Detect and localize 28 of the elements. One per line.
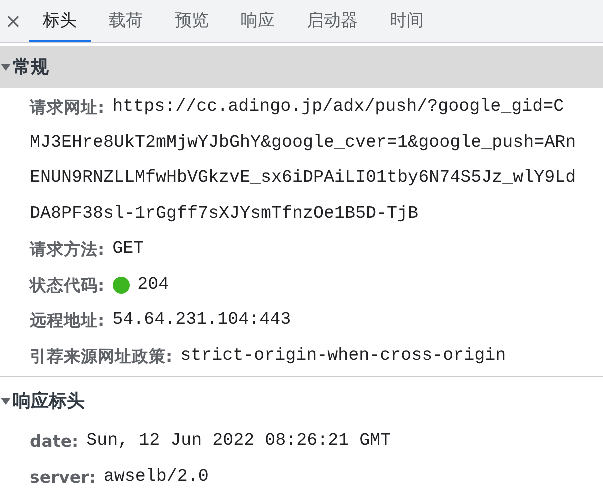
header-value: strict-origin-when-cross-origin (180, 344, 506, 368)
header-value: DA8PF38sl-1rGgff7sXJYsmTfnzOe1B5D-TjB (30, 202, 419, 226)
header-value: ENUN9RNZLLMfwHbVGkzvE_sx6iDPAiLI01tby6N74S5Jz_wlY9Ld (30, 167, 576, 190)
section-header[interactable]: 常规 (0, 46, 603, 88)
header-value: 204 (138, 274, 170, 296)
header-value: MJ3EHre8UkT2mMjwYJbGhY&google_cver=1&google_push=ARn (30, 132, 576, 154)
header-value: Sun, 12 Jun 2022 08:26:21 GMT (86, 430, 392, 453)
tab[interactable]: 预览 (161, 0, 223, 42)
triangle-icon[interactable] (0, 395, 12, 407)
tab[interactable]: 载荷 (95, 0, 157, 42)
section-title: 常规 (13, 56, 49, 79)
header-label: date: (30, 431, 79, 453)
header-value: awselb/2.0 (104, 466, 209, 488)
header-value: GET (112, 238, 144, 261)
tab[interactable]: 时间 (376, 0, 438, 42)
triangle-icon[interactable] (0, 61, 12, 73)
header-label: 状态代码: (30, 274, 105, 296)
header-label: 远程地址: (30, 310, 105, 332)
tab[interactable]: 响应 (227, 0, 289, 42)
header-value: https://cc.adingo.jp/adx/push/?google_gid=C (112, 96, 564, 119)
section-title: 响应标头 (13, 390, 85, 413)
header-value: 54.64.231.104:443 (112, 309, 292, 332)
header-label: 请求方法: (30, 239, 105, 261)
header-label: server: (30, 466, 96, 488)
tab[interactable]: 启动器 (293, 0, 372, 42)
tab[interactable]: 标头 (29, 0, 91, 42)
header-label: 请求网址: (30, 97, 105, 119)
header-label: 引荐来源网址政策: (30, 346, 173, 368)
